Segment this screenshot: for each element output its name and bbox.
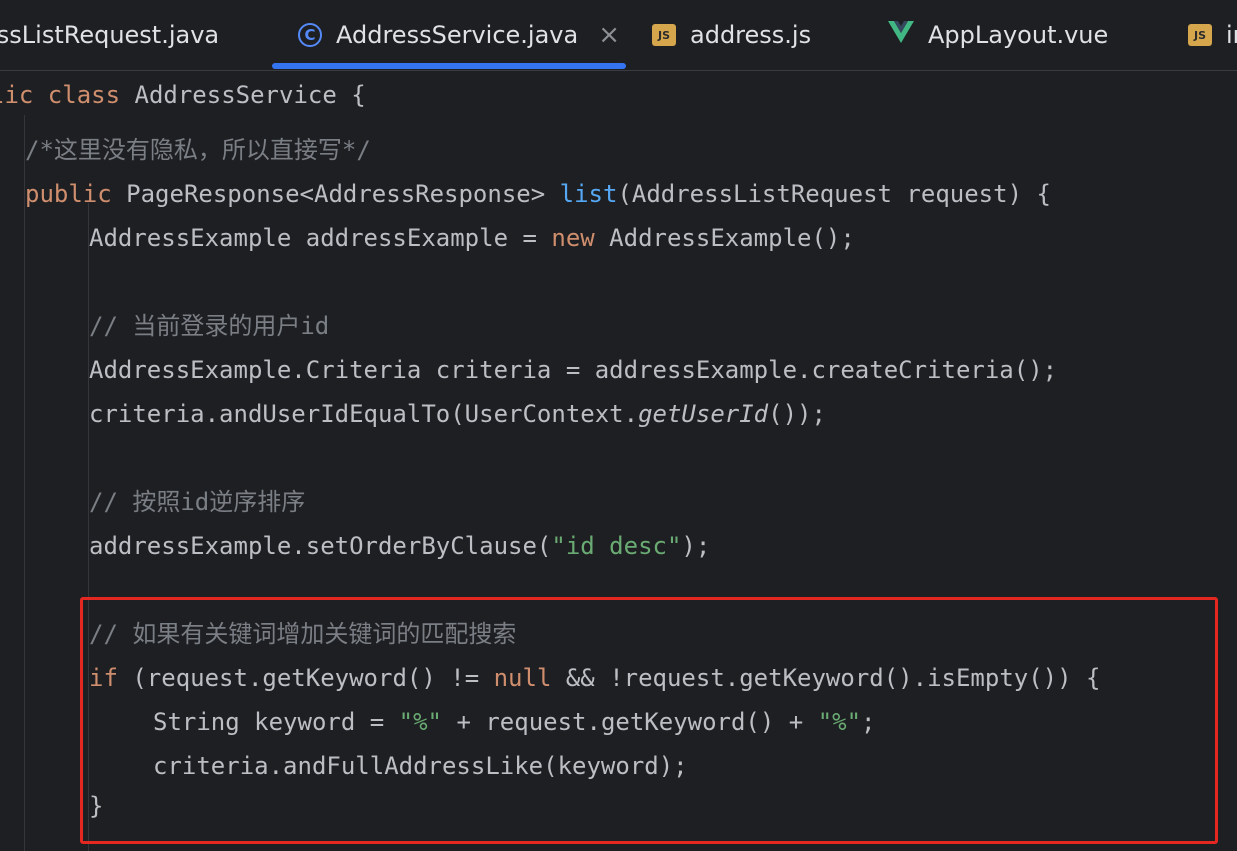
code-line: criteria.andUserIdEqualTo(UserContext.ge… [89, 400, 826, 428]
close-icon[interactable]: × [598, 20, 620, 50]
code-line-if: if (request.getKeyword() != null && !req… [89, 664, 1101, 692]
tab-address-service[interactable]: C AddressService.java × [298, 0, 620, 70]
editor-tab-bar: essListRequest.java C AddressService.jav… [0, 0, 1237, 71]
code-line: criteria.andFullAddressLike(keyword); [153, 752, 688, 780]
tab-label: AppLayout.vue [928, 21, 1109, 49]
tab-label: ir [1226, 21, 1237, 49]
code-line-method-decl: public PageResponse<AddressResponse> lis… [25, 180, 1051, 208]
code-line-comment: // 如果有关键词增加关键词的匹配搜索 [89, 620, 517, 648]
code-line-closing-brace: } [89, 792, 104, 820]
tab-address-js[interactable]: JS address.js [652, 0, 811, 70]
tab-label: address.js [690, 21, 812, 49]
code-line: AddressExample addressExample = new Addr… [89, 224, 855, 252]
tab-label: essListRequest.java [0, 21, 220, 49]
active-tab-indicator [272, 63, 626, 69]
js-file-icon: JS [1188, 24, 1212, 46]
tab-label: AddressService.java [336, 21, 579, 49]
js-file-icon: JS [652, 24, 676, 46]
code-line: AddressExample.Criteria criteria = addre… [89, 356, 1058, 384]
tab-overflow[interactable]: JS ir [1188, 0, 1237, 70]
tab-address-list-request[interactable]: essListRequest.java [0, 0, 219, 70]
code-line-comment: /*这里没有隐私，所以直接写*/ [25, 136, 371, 164]
indent-guide [24, 115, 25, 851]
code-line: addressExample.setOrderByClause("id desc… [89, 532, 711, 560]
code-line-class-decl: lic class AddressService { [0, 81, 366, 109]
code-line: String keyword = "%" + request.getKeywor… [153, 708, 876, 736]
code-editor[interactable]: lic class AddressService { /*这里没有隐私，所以直接… [0, 71, 1237, 851]
vue-icon [888, 21, 914, 49]
class-c-icon: C [298, 23, 322, 47]
code-line-comment: // 按照id逆序排序 [89, 488, 306, 516]
tab-app-layout-vue[interactable]: AppLayout.vue [888, 0, 1108, 70]
code-line-comment: // 当前登录的用户id [89, 312, 330, 340]
